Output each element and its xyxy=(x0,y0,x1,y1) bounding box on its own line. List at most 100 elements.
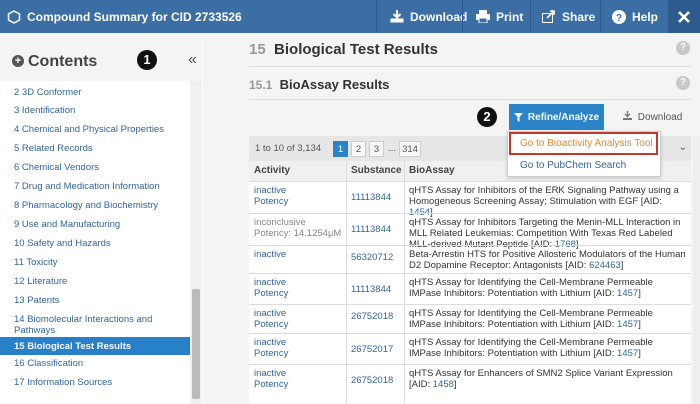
sidebar-item[interactable]: 6 Chemical Vendors xyxy=(0,162,190,173)
column-header-substance[interactable]: Substance xyxy=(346,161,404,181)
sidebar-item[interactable]: 17 Information Sources xyxy=(0,377,190,388)
help-icon[interactable]: ? xyxy=(676,76,690,90)
table-row: inactive Potency 26752018 qHTS Assay for I… xyxy=(249,304,691,333)
column-header-activity[interactable]: Activity xyxy=(249,161,346,181)
print-button[interactable]: Print xyxy=(476,0,523,33)
download-icon xyxy=(623,111,632,120)
substance-link[interactable]: 56320712 xyxy=(351,252,393,263)
plus-icon: + xyxy=(12,55,24,67)
substance-link[interactable]: 26752018 xyxy=(351,311,393,322)
sidebar-item[interactable]: 14 Biomolecular Interactions and Pathway… xyxy=(0,314,170,336)
aid-link[interactable]: 1457 xyxy=(617,348,638,359)
bioassay-table: Activity Substance BioAssay inactive Pot… xyxy=(249,161,691,404)
aid-suffix: ] xyxy=(638,348,641,359)
sidebar-item[interactable]: 16 Classification xyxy=(0,358,190,369)
table-download-button[interactable]: Download xyxy=(623,111,682,123)
help-icon: ? xyxy=(612,9,626,24)
help-button[interactable]: ? Help xyxy=(612,0,658,33)
download-icon xyxy=(390,10,404,23)
bioactivity-analysis-tool-link[interactable]: Go to Bioactivity Analysis Tool xyxy=(509,132,658,155)
activity-cell[interactable]: inactive Potency xyxy=(254,185,344,207)
table-row: inactive Potency 11113844 qHTS Assay for I… xyxy=(249,273,691,304)
table-row: inactive Potency 26752018 qHTS Assay for E… xyxy=(249,364,691,404)
share-button[interactable]: Share xyxy=(542,0,595,33)
filter-icon xyxy=(513,112,523,122)
sidebar: + Contents 1 « 2 3D Conformer 3 Identific… xyxy=(0,33,202,404)
bioassay-cell: qHTS Assay for Identifying the Cell-Memb… xyxy=(409,308,687,330)
sidebar-item[interactable]: 4 Chemical and Physical Properties xyxy=(0,124,190,135)
sidebar-item[interactable]: 2 3D Conformer xyxy=(0,87,190,98)
scrollbar-thumb[interactable] xyxy=(192,289,200,399)
sidebar-item[interactable]: 13 Patents xyxy=(0,295,190,306)
svg-text:?: ? xyxy=(616,13,622,24)
activity-cell[interactable]: inactive Potency xyxy=(254,368,344,390)
subsection-heading: 15.1 BioAssay Results xyxy=(249,77,390,92)
refine-analyze-button[interactable]: Refine/Analyze xyxy=(509,104,604,130)
activity-cell[interactable]: inconclusive Potency: 14.1254µM xyxy=(254,217,344,239)
section-heading: 15 Biological Test Results xyxy=(249,41,438,58)
collapse-icon[interactable]: « xyxy=(188,51,197,69)
table-row: inactive Potency 11113844 qHTS Assay for I… xyxy=(249,181,691,218)
bioassay-cell: qHTS Assay for Identifying the Cell-Memb… xyxy=(409,337,687,359)
main-content: 15 Biological Test Results ? 15.1 BioAss… xyxy=(203,33,700,404)
activity-cell[interactable]: inactive Potency xyxy=(254,277,344,299)
aid-suffix: ] xyxy=(620,260,624,271)
pubchem-search-link[interactable]: Go to PubChem Search xyxy=(520,160,626,171)
activity-cell[interactable]: inactive xyxy=(254,249,344,260)
sidebar-scrollbar[interactable] xyxy=(190,81,202,404)
activity-cell[interactable]: inactive Potency xyxy=(254,337,344,359)
print-icon xyxy=(476,10,490,23)
aid-link[interactable]: 1457 xyxy=(617,288,638,299)
table-scrollbar[interactable] xyxy=(693,136,700,404)
substance-link[interactable]: 26752018 xyxy=(351,375,393,386)
page-1[interactable]: 1 xyxy=(333,141,348,157)
hexagon-icon xyxy=(7,9,21,24)
page-2[interactable]: 2 xyxy=(351,141,366,157)
substance-link[interactable]: 11113844 xyxy=(351,284,391,295)
bioassay-description: qHTS Assay for Inhibitors of the ERK Sig… xyxy=(409,185,679,207)
sidebar-header: + Contents 1 « xyxy=(0,33,202,81)
page-3[interactable]: 3 xyxy=(369,141,384,157)
refine-dropdown-menu: Go to Bioactivity Analysis Tool Go to Pu… xyxy=(507,131,661,177)
substance-link[interactable]: 26752017 xyxy=(351,344,393,355)
result-count: 1 to 10 of 3,134 xyxy=(255,143,322,154)
substance-link[interactable]: 11113844 xyxy=(351,224,391,235)
bioassay-description: Beta-Arrestin HTS for Positive Allosteri… xyxy=(409,249,686,271)
brand: Compound Summary for CID 2733526 xyxy=(7,0,242,33)
substance-link[interactable]: 11113844 xyxy=(351,192,391,203)
sidebar-item[interactable]: 9 Use and Manufacturing xyxy=(0,219,190,230)
aid-link[interactable]: 624463 xyxy=(589,260,621,271)
aid-suffix: ] xyxy=(638,319,641,330)
sidebar-item[interactable]: 11 Toxicity xyxy=(0,257,190,268)
aid-suffix: ] xyxy=(638,288,641,299)
sidebar-item[interactable]: 5 Related Records xyxy=(0,143,190,154)
table-row: inconclusive Potency: 14.1254µM 11113844 q… xyxy=(249,213,691,250)
sidebar-item[interactable]: 3 Identification xyxy=(0,105,190,116)
aid-link[interactable]: 1457 xyxy=(617,319,638,330)
close-icon xyxy=(678,10,690,23)
chevron-down-icon[interactable]: ⌄ xyxy=(679,142,687,153)
bioassay-cell: qHTS Assay for Enhancers of SMN2 Splice … xyxy=(409,368,687,390)
activity-cell[interactable]: inactive Potency xyxy=(254,308,344,330)
page-last[interactable]: 314 xyxy=(399,141,421,157)
callout-badge: 2 xyxy=(477,107,497,127)
help-icon[interactable]: ? xyxy=(676,41,690,55)
sidebar-item[interactable]: 10 Safety and Hazards xyxy=(0,238,190,249)
callout-badge: 1 xyxy=(137,50,157,70)
sidebar-item[interactable]: 8 Pharmacology and Biochemistry xyxy=(0,200,190,211)
sidebar-item[interactable]: 15 Biological Test Results xyxy=(0,337,190,355)
close-button[interactable] xyxy=(668,0,700,33)
sidebar-item[interactable]: 7 Drug and Medication Information xyxy=(0,181,190,192)
page-ellipsis: ... xyxy=(388,143,396,154)
top-bar: Compound Summary for CID 2733526 Downloa… xyxy=(0,0,700,33)
page-title: Compound Summary for CID 2733526 xyxy=(27,9,242,24)
download-button[interactable]: Download xyxy=(390,0,467,33)
sidebar-item[interactable]: 12 Literature xyxy=(0,276,190,287)
share-icon xyxy=(542,10,555,23)
bioassay-cell: Beta-Arrestin HTS for Positive Allosteri… xyxy=(409,249,687,271)
bioassay-cell: qHTS Assay for Identifying the Cell-Memb… xyxy=(409,277,687,299)
aid-suffix: ] xyxy=(453,379,457,390)
table-row: inactive 56320712 Beta-Arrestin HTS for Po… xyxy=(249,245,691,273)
aid-link[interactable]: 1458 xyxy=(433,379,454,390)
sidebar-list: 2 3D Conformer 3 Identification 4 Chemical… xyxy=(0,81,190,404)
